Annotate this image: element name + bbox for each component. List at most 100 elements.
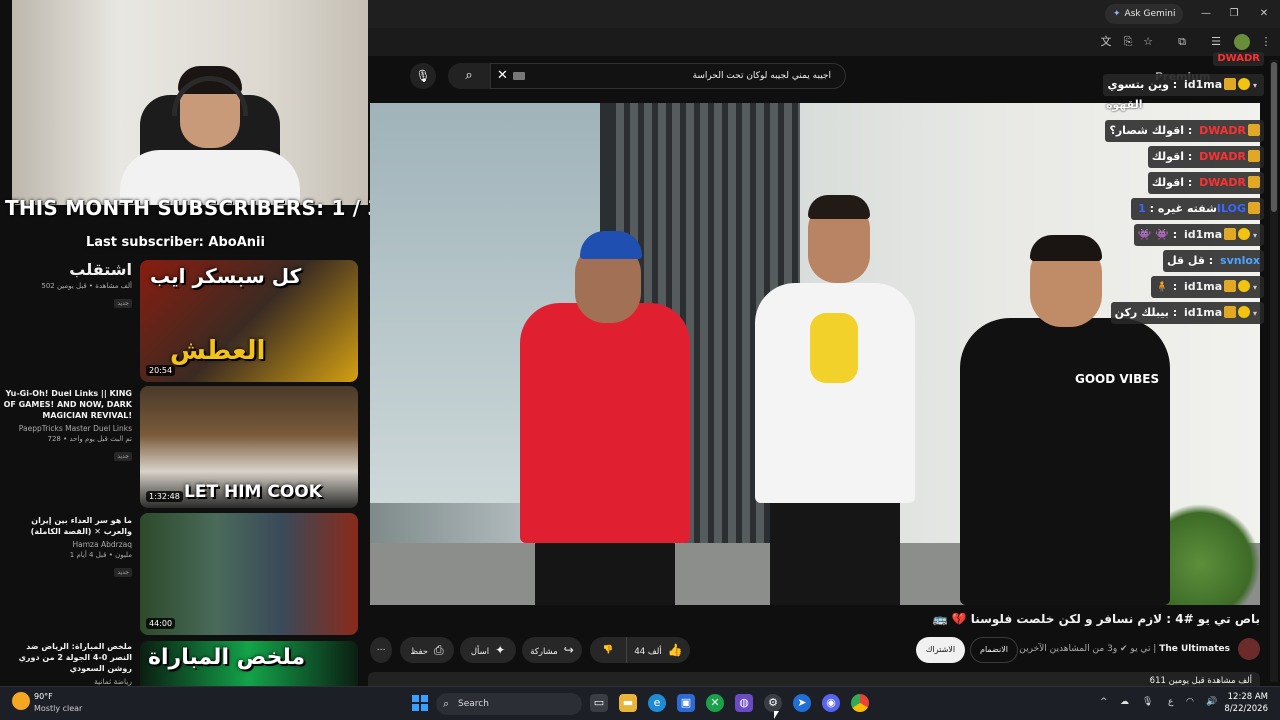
thumbnail-text: كل سبسكر ايب	[150, 264, 302, 288]
subscribe-button[interactable]: الاشتراك	[916, 637, 965, 663]
windows-start-icon[interactable]	[412, 695, 428, 711]
streaming-app-icon[interactable]: ➤	[793, 694, 811, 712]
browser-menu-icon[interactable]: ⋮	[1258, 34, 1274, 50]
search-icon: ⌕	[443, 697, 450, 710]
join-button[interactable]: الانضمام	[970, 637, 1018, 663]
clear-search-icon[interactable]: ✕	[497, 64, 508, 88]
microphone-tray-icon[interactable]: 🎙	[1142, 697, 1153, 707]
chat-text: اقولك	[1151, 176, 1185, 189]
sub-badge-icon	[1248, 202, 1260, 214]
last-subscriber-label: Last subscriber: AboAnii	[86, 235, 265, 250]
twitch-icon[interactable]: ◍	[735, 694, 753, 712]
video-meta: ما هو سر العداء بين إيران والعرب ✕ (القص…	[2, 515, 132, 578]
video-title[interactable]: ما هو سر العداء بين إيران والعرب ✕ (القص…	[2, 515, 132, 537]
bookmark-star-icon[interactable]: ☆	[1140, 34, 1156, 50]
weather-moon-icon[interactable]	[12, 692, 30, 710]
chat-text: القهوه	[1106, 98, 1143, 111]
chat-message: اقولك : DWADR	[1147, 172, 1264, 194]
description-box[interactable]	[368, 672, 1260, 686]
more-actions-button[interactable]: ⋯	[370, 637, 392, 663]
channel-name[interactable]: رياضة ثمانية	[2, 677, 132, 686]
scrollbar-thumb[interactable]	[1271, 62, 1277, 212]
video-meta: اشتقلب 502 ألف مشاهدة • قبل يومين جديد	[2, 260, 132, 309]
sparkle-icon: ✦	[495, 643, 506, 657]
app-settings-icon[interactable]: ⚙	[764, 694, 782, 712]
ask-gemini-button[interactable]: ✦ Ask Gemini	[1105, 4, 1184, 24]
thumbnail-text-secondary: العطش	[170, 336, 266, 366]
edge-browser-icon[interactable]: e	[648, 694, 666, 712]
ask-button[interactable]: اسأل ✦	[460, 637, 516, 663]
video-meta: Yu-Gi-Oh! Duel Links || KING OF GAMES! A…	[2, 388, 132, 462]
video-meta: ملخص المباراة: الرياض ضد النصر 0-4 الجول…	[2, 641, 132, 686]
video-thumbnail[interactable]: LET HIM COOK 1:32:48	[140, 386, 358, 508]
person-center-hair	[808, 195, 870, 219]
video-title[interactable]: ملخص المباراة: الرياض ضد النصر 0-4 الجول…	[2, 641, 132, 674]
chrome-icon[interactable]	[851, 694, 869, 712]
tray-overflow-icon[interactable]: ^	[1100, 697, 1108, 707]
task-view-icon[interactable]: ▭	[590, 694, 608, 712]
microphone-icon: 🎙	[415, 69, 431, 83]
video-title: باص تي يو #4 : لازم نسافر و لكن خلصت فلو…	[932, 612, 1260, 626]
chat-username: DWADR	[1199, 176, 1246, 189]
sub-badge-icon	[1248, 176, 1260, 188]
dislike-button[interactable]: 👎	[590, 637, 626, 663]
channel-name[interactable]: PaeppTricks Master Duel Links	[2, 424, 132, 433]
search-button[interactable]: ⌕	[448, 63, 490, 89]
video-thumbnail[interactable]: 44:00	[140, 513, 358, 635]
like-button[interactable]: 44 ألف 👍	[626, 637, 690, 663]
save-button[interactable]: حفظ ⎙	[400, 637, 454, 663]
cast-icon[interactable]: ⎘	[1120, 34, 1136, 50]
discord-icon[interactable]: ◉	[822, 694, 840, 712]
extensions-icon[interactable]: ⧉	[1174, 34, 1190, 50]
chat-username: id1ma	[1184, 306, 1223, 319]
channel-name[interactable]: The Ultimates	[1159, 644, 1230, 654]
video-player[interactable]: GOOD VIBES	[370, 103, 1260, 605]
mod-badge-icon	[1238, 306, 1251, 318]
wifi-icon[interactable]: ◠	[1186, 697, 1194, 707]
video-title[interactable]: اشتقلب	[2, 260, 132, 280]
channel-info[interactable]: The Ultimates | تي يو ✔ و3 من المشاهدين …	[1019, 644, 1230, 654]
sub-badge-icon	[1248, 150, 1260, 162]
microsoft-store-icon[interactable]: ▣	[677, 694, 695, 712]
clock-date[interactable]: 8/22/2026	[1222, 704, 1268, 714]
translate-icon[interactable]: 文	[1098, 34, 1114, 50]
share-button[interactable]: مشاركة ↪	[522, 637, 582, 663]
video-title[interactable]: Yu-Gi-Oh! Duel Links || KING OF GAMES! A…	[2, 388, 132, 421]
video-thumbnail[interactable]: كل سبسكر ايب العطش 20:54	[140, 260, 358, 382]
chevron-down-icon[interactable]: ▾	[1250, 309, 1257, 318]
new-badge: جديد	[114, 452, 132, 461]
weather-temperature[interactable]: 90°F	[34, 692, 53, 701]
channel-name[interactable]: Hamza Abdrzaq	[2, 540, 133, 549]
chat-text: وين بتسوي	[1107, 78, 1169, 91]
file-explorer-icon[interactable]: ▬	[619, 694, 637, 712]
onedrive-icon[interactable]: ☁	[1120, 697, 1129, 707]
chevron-down-icon[interactable]: ▾	[1250, 81, 1257, 90]
video-thumbnail[interactable]: ملخص المباراة	[140, 641, 358, 686]
input-language-indicator[interactable]: ع	[1168, 697, 1173, 707]
clock-time[interactable]: 12:28 AM	[1222, 692, 1268, 702]
close-window-button[interactable]: ✕	[1248, 0, 1280, 28]
xbox-icon[interactable]: ✕	[706, 694, 724, 712]
profile-avatar[interactable]	[1234, 34, 1250, 50]
reading-list-icon[interactable]: ☰	[1208, 34, 1224, 50]
chevron-down-icon[interactable]: ▾	[1250, 231, 1257, 240]
person-left-legs	[535, 533, 675, 605]
screen: ✦ Ask Gemini — ❐ ✕ 文 ⎘ ☆ ⧉ ☰ ⋮ كل سبسكر ا…	[0, 0, 1280, 720]
video-stats: 1 مليون • قبل 4 أيام	[69, 551, 132, 559]
video-stats: 502 ألف مشاهدة • قبل يومين	[41, 282, 132, 290]
chat-text: قل قل	[1167, 254, 1205, 267]
thumbs-down-icon: 👎	[602, 645, 614, 655]
volume-icon[interactable]: 🔊	[1206, 697, 1217, 707]
video-duration: 1:32:48	[146, 491, 183, 502]
sub-badge-icon	[1248, 124, 1260, 136]
taskbar-search-box[interactable]: ⌕ Search	[436, 693, 582, 715]
channel-avatar[interactable]	[1238, 638, 1260, 660]
chat-message: اقولك شصار؟ : DWADR	[1105, 120, 1264, 142]
search-input[interactable]: ✕ اجيبه يمني لجيبه لوكان تحت الحراسة	[490, 63, 846, 89]
voice-search-button[interactable]: 🎙	[410, 63, 436, 89]
keyboard-icon[interactable]	[513, 72, 525, 80]
weather-condition[interactable]: Mostly clear	[34, 704, 82, 713]
restore-button[interactable]: ❐	[1218, 0, 1250, 28]
streamer-webcam	[12, 0, 368, 205]
chevron-down-icon[interactable]: ▾	[1250, 283, 1257, 292]
